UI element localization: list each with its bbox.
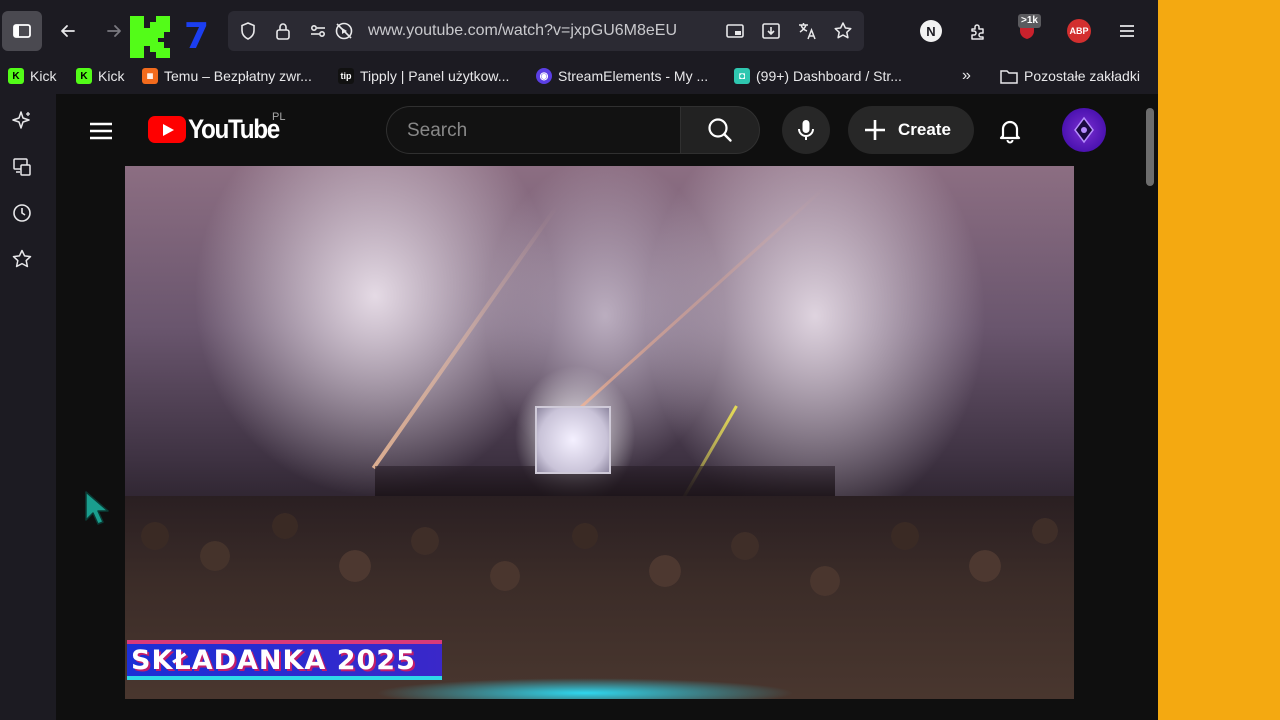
country-code: PL — [272, 111, 286, 123]
picture-in-picture-icon[interactable] — [725, 21, 745, 41]
kick-logo-icon[interactable] — [128, 14, 172, 60]
bookmark-label: Kick — [30, 68, 57, 84]
adblock-plus-icon[interactable]: ABP — [1067, 19, 1091, 43]
notifications-button[interactable] — [992, 112, 1028, 148]
screen: 7 www.youtube.com/watch?v=jxpGU6M8eEU N … — [0, 0, 1280, 720]
hamburger-menu-icon[interactable] — [1116, 20, 1138, 42]
create-button[interactable]: Create — [848, 106, 974, 154]
page-scrollbar[interactable] — [1146, 108, 1154, 186]
bookmark-kick-2[interactable]: K Kick — [76, 66, 124, 86]
other-bookmarks-label: Pozostałe zakładki — [1024, 68, 1140, 84]
streamelements-icon: ◉ — [536, 68, 552, 84]
bookmark-tipply[interactable]: tip Tipply | Panel użytkow... — [338, 66, 509, 86]
youtube-wordmark: YouTube — [188, 114, 280, 144]
bookmark-label: StreamElements - My ... — [558, 68, 709, 84]
youtube-page: YouTube PL Create — [56, 94, 1158, 720]
folder-icon — [1000, 70, 1018, 84]
browser-window: 7 www.youtube.com/watch?v=jxpGU6M8eEU N … — [0, 0, 1158, 720]
bookmark-star-icon[interactable] — [833, 21, 853, 41]
search-button[interactable] — [680, 106, 760, 154]
video-title-overlay: SKŁADANKA 2025 — [127, 640, 442, 680]
bookmark-kick-1[interactable]: K Kick — [8, 66, 56, 86]
bookmark-label: (99+) Dashboard / Str... — [756, 68, 902, 84]
youtube-logo[interactable]: YouTube — [148, 114, 289, 145]
arrow-right-icon — [107, 25, 121, 37]
video-overlay-title: SKŁADANKA 2025 — [131, 644, 416, 676]
hamburger-icon — [90, 122, 112, 140]
sidebar-toggle-button[interactable] — [2, 11, 42, 51]
youtube-play-icon — [148, 116, 186, 143]
search-input[interactable] — [407, 119, 657, 143]
voice-search-button[interactable] — [782, 106, 830, 154]
microphone-icon — [798, 120, 814, 140]
video-player[interactable]: SKŁADANKA 2025 — [125, 166, 1074, 699]
synced-tabs-icon[interactable] — [11, 156, 35, 180]
bookmark-streamelements[interactable]: ◉ StreamElements - My ... — [536, 66, 708, 86]
plus-icon — [865, 120, 885, 140]
translate-icon[interactable] — [797, 21, 817, 41]
browser-toolbar: 7 www.youtube.com/watch?v=jxpGU6M8eEU N … — [0, 0, 1158, 62]
orange-side-panel — [1158, 0, 1280, 720]
bookmark-label: Kick — [98, 68, 125, 84]
lock-icon[interactable] — [273, 21, 293, 41]
ai-sparkle-icon[interactable] — [11, 110, 35, 134]
url-text[interactable]: www.youtube.com/watch?v=jxpGU6M8eEU — [368, 22, 677, 40]
browser-sidebar — [0, 94, 56, 720]
menu-button[interactable] — [86, 116, 116, 146]
download-icon[interactable] — [761, 21, 781, 41]
kick-seven-label: 7 — [184, 16, 210, 57]
mouse-cursor-icon — [85, 491, 109, 525]
bell-icon — [999, 120, 1021, 144]
laser-beam — [557, 184, 828, 429]
cyan-wave-graphic — [375, 678, 795, 699]
search-box[interactable] — [386, 106, 680, 154]
bookmark-dashboard[interactable]: ◘ (99+) Dashboard / Str... — [734, 66, 902, 86]
youtube-header: YouTube PL Create — [56, 94, 1146, 166]
bookmarks-overflow-button[interactable]: » — [962, 66, 971, 86]
tipply-icon: tip — [338, 68, 354, 84]
create-label: Create — [898, 120, 951, 139]
other-bookmarks-folder[interactable]: Pozostałe zakładki — [1000, 66, 1140, 86]
laser-beam — [371, 204, 559, 470]
url-bar[interactable]: www.youtube.com/watch?v=jxpGU6M8eEU — [228, 11, 864, 51]
shield-icon[interactable] — [238, 21, 258, 41]
avatar[interactable] — [1062, 108, 1106, 152]
bookmark-label: Tipply | Panel użytkow... — [360, 68, 510, 84]
sidebar-icon — [13, 24, 31, 38]
bookmarks-bar: K Kick K Kick ▦ Temu – Bezpłatny zwr... … — [0, 62, 1158, 90]
temu-icon: ▦ — [142, 68, 158, 84]
arrow-left-icon — [61, 25, 75, 37]
avatar-emblem-icon — [1074, 116, 1094, 144]
dashboard-icon: ◘ — [734, 68, 750, 84]
forward-button[interactable] — [96, 12, 132, 50]
bookmark-label: Temu – Bezpłatny zwr... — [164, 68, 312, 84]
history-clock-icon[interactable] — [11, 202, 35, 226]
extension-n-icon[interactable]: N — [920, 20, 942, 42]
bookmark-temu[interactable]: ▦ Temu – Bezpłatny zwr... — [142, 66, 312, 86]
ublock-badge: >1k — [1018, 14, 1041, 28]
kick-icon: K — [8, 68, 24, 84]
stage-screen — [535, 406, 611, 474]
search-icon — [708, 118, 732, 142]
bookmarks-star-icon[interactable] — [11, 248, 35, 272]
kick-icon: K — [76, 68, 92, 84]
back-button[interactable] — [50, 12, 86, 50]
permissions-icon[interactable] — [308, 21, 328, 41]
extensions-puzzle-icon[interactable] — [967, 20, 989, 42]
autoplay-blocked-icon[interactable] — [334, 21, 354, 41]
